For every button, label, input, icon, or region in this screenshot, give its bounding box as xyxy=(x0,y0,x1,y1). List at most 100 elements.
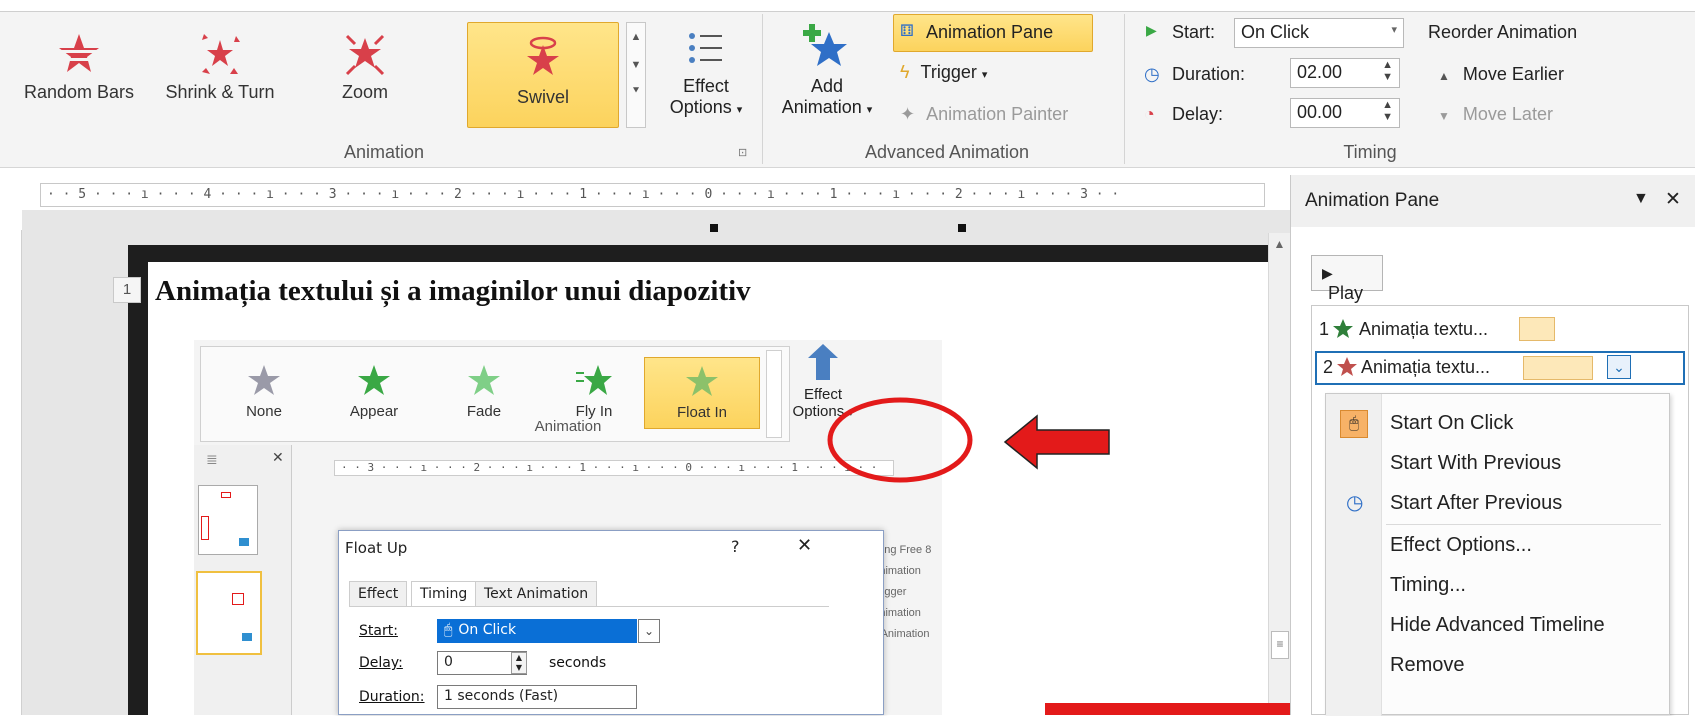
dialog-delay-label: Delay: xyxy=(359,655,403,671)
dialog-help-button[interactable]: ? xyxy=(731,537,740,556)
inner-ruler: · · 3 · · · ı · · · 2 · · · ı · · · 1 · … xyxy=(334,460,894,476)
add-animation-button[interactable]: Add Animation ▾ xyxy=(772,22,882,134)
vertical-scrollbar[interactable]: ▲ ≡ xyxy=(1268,233,1290,715)
zoom-star-icon xyxy=(345,34,385,76)
effect-swivel[interactable]: Swivel xyxy=(467,22,619,128)
timeline-bar[interactable] xyxy=(1519,317,1555,341)
effect-options-icon xyxy=(689,33,722,63)
effect-random-bars[interactable]: Random Bars xyxy=(14,22,144,128)
dialog-launcher-icon[interactable]: ⊡ xyxy=(738,146,747,159)
delay-field[interactable]: 00.00 ▲ ▼ xyxy=(1290,98,1400,128)
move-later-button[interactable]: ▼ Move Later xyxy=(1438,104,1553,125)
inner-thumbnail-pane: ≣ ✕ xyxy=(194,445,292,715)
spinner-icon[interactable]: ▲ ▼ xyxy=(1382,59,1393,83)
none-star-icon xyxy=(248,365,280,395)
duration-field[interactable]: 02.00 ▲ ▼ xyxy=(1290,58,1400,88)
chevron-down-icon[interactable]: ⌄ xyxy=(638,619,660,643)
spinner-icon[interactable]: ▲ ▼ xyxy=(511,652,527,674)
menu-separator xyxy=(1386,524,1661,525)
inner-close-icon[interactable]: ✕ xyxy=(272,449,284,466)
scroll-up-icon[interactable]: ▲ xyxy=(1269,237,1290,251)
animation-tag[interactable]: 1 xyxy=(113,277,141,303)
menu-start-on-click[interactable]: Start On Click xyxy=(1390,412,1513,435)
add-animation-label-2: Animation xyxy=(781,97,862,117)
group-separator xyxy=(762,14,763,164)
menu-label: Hide Advanced Timeline xyxy=(1390,614,1605,636)
pane-close-icon[interactable]: ✕ xyxy=(1665,188,1681,211)
dialog-delay-unit: seconds xyxy=(549,655,607,671)
effect-label: Shrink & Turn xyxy=(165,82,275,102)
tab-timing[interactable]: Timing xyxy=(411,581,477,607)
dialog-close-button[interactable]: ✕ xyxy=(797,535,812,556)
animation-pane-button[interactable]: ⚅ Animation Pane xyxy=(893,14,1093,52)
dialog-start-select[interactable]: 🖱 On Click ⌄ xyxy=(437,619,660,643)
effect-zoom[interactable]: Zoom xyxy=(310,22,420,128)
delay-clock-icon: ◔ xyxy=(1144,104,1155,124)
menu-hide-advanced-timeline[interactable]: Hide Advanced Timeline xyxy=(1390,614,1605,637)
add-animation-label: Add xyxy=(810,76,844,96)
animation-pane-icon: ⚅ xyxy=(900,23,914,40)
ruler-text: · · 5 · · · ı · · · 4 · · · ı · · · 3 · … xyxy=(47,187,1120,202)
effect-options-button[interactable]: Effect Options ▾ xyxy=(656,22,756,132)
animation-item-1[interactable]: 1 Animația textu... xyxy=(1311,313,1691,347)
inner-thumbnail[interactable] xyxy=(198,485,258,555)
gallery-down-icon[interactable]: ▼ xyxy=(627,59,645,71)
trigger-button[interactable]: ϟ Trigger ▾ xyxy=(900,62,987,83)
dialog-duration-select[interactable]: 1 seconds (Fast) xyxy=(437,685,637,709)
move-earlier-button[interactable]: ▲ Move Earlier xyxy=(1438,64,1564,85)
menu-timing[interactable]: Timing... xyxy=(1390,574,1466,597)
clock-icon: ◷ xyxy=(1346,492,1364,514)
menu-remove[interactable]: Remove xyxy=(1390,654,1464,677)
play-icon: ▶ xyxy=(1322,265,1333,281)
slide-title[interactable]: Animația textului și a imaginilor unui d… xyxy=(155,275,751,308)
dropdown-arrow-icon: ▾ xyxy=(866,104,873,116)
start-select[interactable]: On Click ▾ xyxy=(1234,18,1404,48)
fade-star-icon xyxy=(468,365,500,395)
horizontal-ruler: · · 5 · · · ı · · · 4 · · · ı · · · 3 · … xyxy=(40,183,1265,207)
menu-start-after-previous[interactable]: Start After Previous xyxy=(1390,492,1562,515)
menu-label: Timing... xyxy=(1390,574,1466,596)
selection-handle[interactable] xyxy=(958,224,966,232)
play-button[interactable]: ▶ Play xyxy=(1311,255,1383,303)
tab-text-animation[interactable]: Text Animation xyxy=(475,581,598,607)
menu-label: Start With Previous xyxy=(1390,452,1562,474)
move-earlier-label: Move Earlier xyxy=(1462,64,1564,84)
gallery-scroll[interactable]: ▲ ▼ ⯆ xyxy=(626,22,646,128)
red-arrow-icon xyxy=(1003,414,1110,470)
duration-label: Duration: xyxy=(1172,64,1246,84)
gallery-up-icon[interactable]: ▲ xyxy=(627,31,645,43)
timeline-bar[interactable] xyxy=(1523,356,1593,380)
effect-label: Zoom xyxy=(341,82,388,102)
random-bars-star-icon xyxy=(59,34,99,72)
scroll-thumb[interactable]: ≡ xyxy=(1271,631,1289,659)
inner-thumbnail-selected[interactable] xyxy=(196,571,262,655)
inner-outline-icon[interactable]: ≣ xyxy=(206,451,218,468)
dialog-duration-label: Duration: xyxy=(359,689,425,705)
dialog-start-value: On Click xyxy=(458,622,517,638)
effect-label: Swivel xyxy=(516,87,569,107)
effect-shrink-turn[interactable]: Shrink & Turn xyxy=(150,22,290,128)
animation-pane-title: Animation Pane xyxy=(1305,190,1440,211)
spinner-icon[interactable]: ▲ ▼ xyxy=(1382,99,1393,123)
item-dropdown-button[interactable]: ⌄ xyxy=(1607,355,1631,379)
dropdown-arrow-icon: ▾ xyxy=(981,69,988,81)
menu-start-with-previous[interactable]: Start With Previous xyxy=(1390,452,1561,475)
mouse-icon: 🖱 xyxy=(444,622,453,638)
triangle-down-icon: ▼ xyxy=(1438,109,1450,123)
tab-effect[interactable]: Effect xyxy=(349,581,408,607)
play-triangle-icon: ▶ xyxy=(1146,22,1157,38)
animation-pane-label: Animation Pane xyxy=(926,22,1054,42)
selection-handle[interactable] xyxy=(710,224,718,232)
advanced-animation-group-label: Advanced Animation xyxy=(864,142,1030,162)
chevron-down-icon[interactable]: ▾ xyxy=(1391,23,1397,36)
float-up-dialog: Float Up ? ✕ Effect Timing Text Animatio… xyxy=(338,530,884,715)
pane-options-icon[interactable]: ▼ xyxy=(1633,190,1649,208)
fly-in-star-icon xyxy=(576,365,612,395)
menu-effect-options[interactable]: Effect Options... xyxy=(1390,534,1532,557)
ribbon-top-strip xyxy=(0,0,1695,12)
gallery-more-icon[interactable]: ⯆ xyxy=(627,85,645,98)
animation-painter-button[interactable]: ✦ Animation Painter xyxy=(900,104,1068,125)
animation-item-2-selected[interactable]: 2 Animația textu... ⌄ xyxy=(1315,351,1685,385)
red-highlight-circle xyxy=(827,397,973,483)
animation-context-menu: 🖱 Start On Click Start With Previous ◷ S… xyxy=(1325,393,1670,716)
